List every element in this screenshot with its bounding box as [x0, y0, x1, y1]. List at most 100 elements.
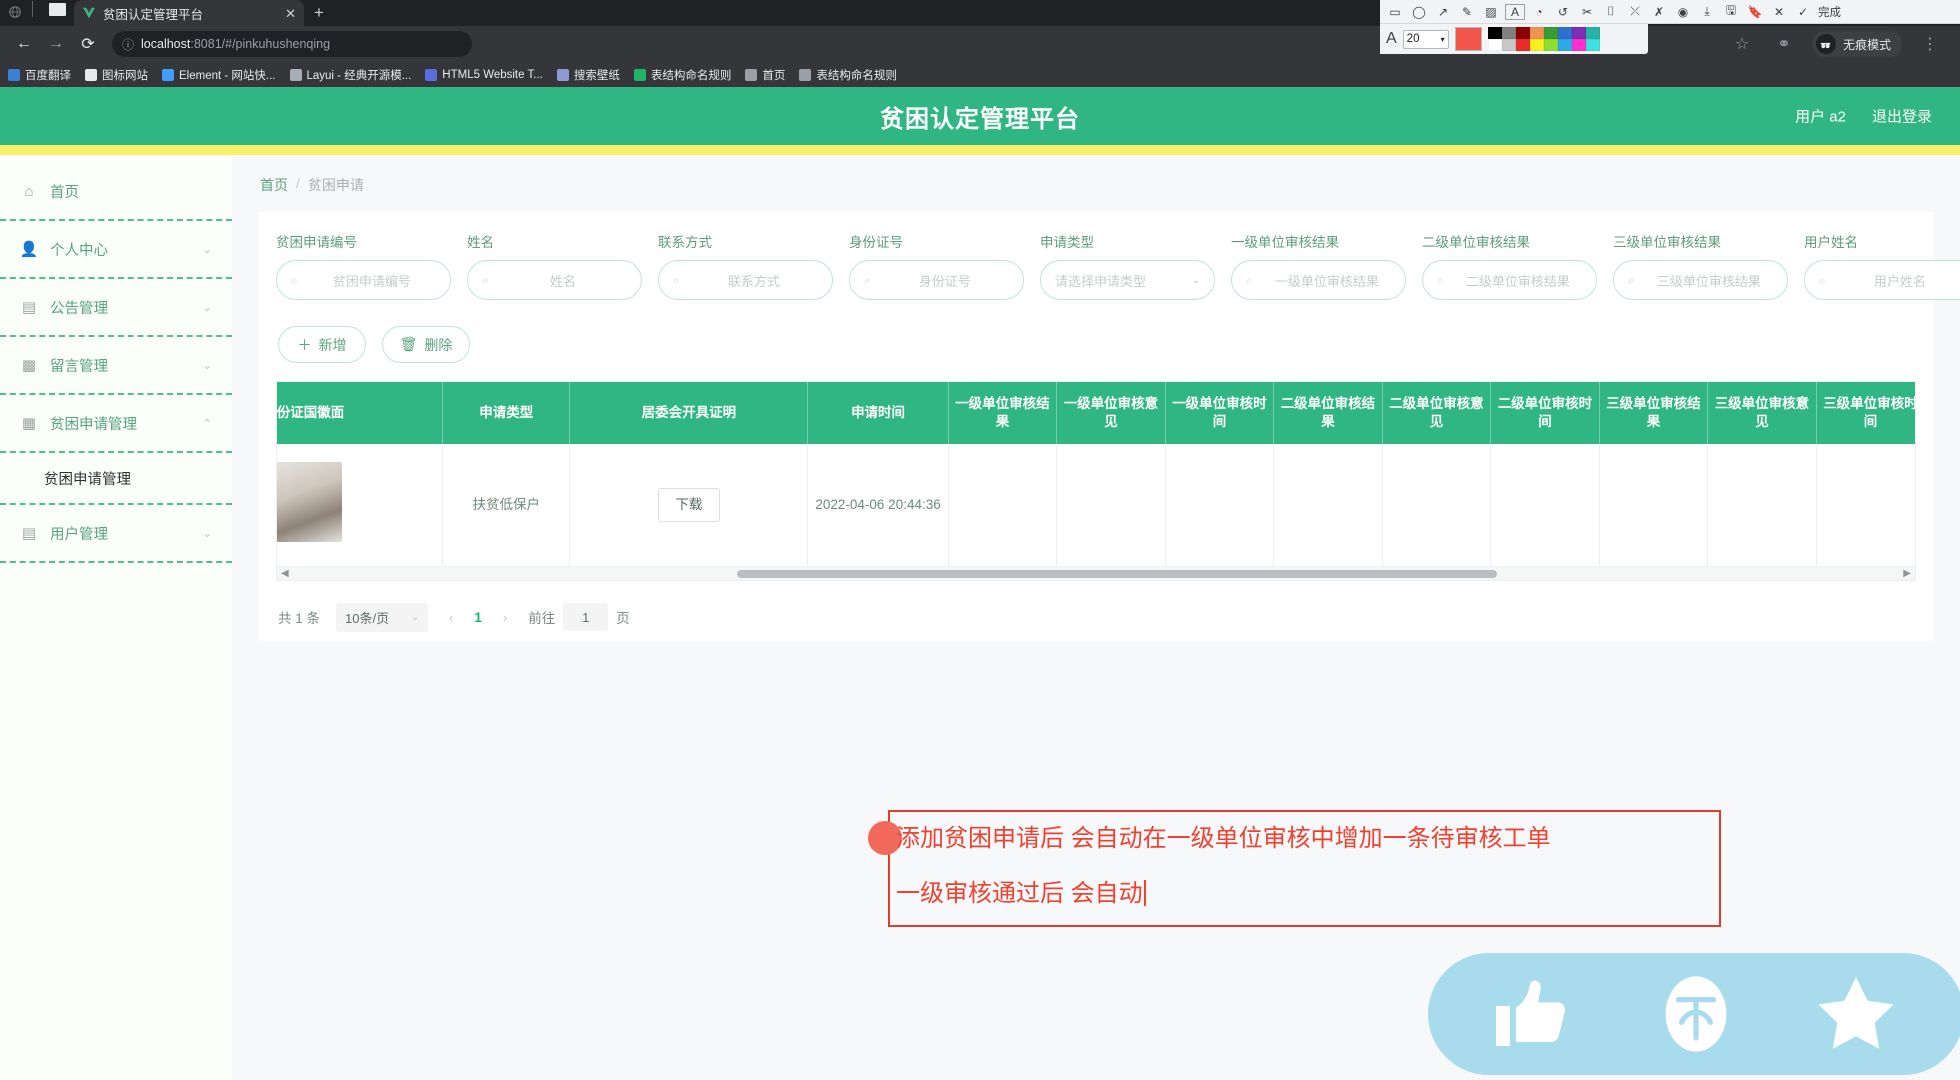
bookmark-item[interactable]: 图标网站 — [85, 67, 148, 83]
coin-icon[interactable] — [1648, 966, 1744, 1062]
bookmark-item[interactable]: Element - 网站快... — [162, 67, 276, 83]
browser-window: 贫困认定管理平台 ✕ + ← → ⟳ ⓘ localhost:8081/#/pi… — [0, 0, 1960, 1080]
filter-label: 一级单位审核结果 — [1231, 235, 1339, 250]
sidebar-item-4[interactable]: ▦ 贫困申请管理 ⌃ — [0, 395, 232, 453]
filter-input-2[interactable]: ⌕ 联系方式 — [658, 260, 833, 300]
color-swatch[interactable] — [1557, 27, 1572, 39]
bookmark-item[interactable]: 表结构命名规则 — [633, 67, 731, 83]
filter-input-3[interactable]: ⌕ 身份证号 — [849, 260, 1024, 300]
goto-page-input[interactable]: 1 — [563, 603, 609, 631]
annotation-done-button[interactable]: 完成 — [1816, 4, 1841, 20]
color-swatch[interactable] — [1571, 39, 1586, 51]
scroll-right-icon[interactable]: ▶ — [1903, 567, 1911, 581]
annotation-tool-icon[interactable]: ↺ — [1552, 3, 1574, 21]
browser-tab[interactable]: 贫困认定管理平台 ✕ — [74, 0, 304, 26]
color-swatch[interactable] — [1529, 27, 1544, 39]
bookmark-item[interactable]: 首页 — [745, 67, 785, 83]
breadcrumb-home[interactable]: 首页 — [260, 175, 288, 195]
address-bar[interactable]: ⓘ localhost:8081/#/pinkuhushenqing — [112, 31, 472, 57]
scroll-left-icon[interactable]: ◀ — [281, 567, 289, 581]
filter-select-4[interactable]: 请选择申请类型 ⌄ — [1040, 260, 1215, 300]
current-color-swatch[interactable] — [1454, 27, 1482, 51]
filter-group: 用户姓名 ⌕ 用户姓名 — [1804, 231, 1960, 300]
annotation-tool-icon[interactable]: A — [1504, 3, 1526, 21]
sidebar-item-0[interactable]: ⌂ 首页 — [0, 163, 232, 221]
annotation-tool-icon[interactable]: ✎ — [1456, 3, 1478, 21]
annotation-tool-icon[interactable]: ◉ — [1672, 3, 1694, 21]
font-size-select[interactable]: 20 ▾ — [1402, 29, 1449, 49]
sidebar-item-3[interactable]: ▩ 留言管理 ⌄ — [0, 337, 232, 395]
annotation-toolbar: ▭ ◯ ↗ ✎ ▨ A ◔ ↺ ✂ ⌷ ⤫ ✗ ◉ ⤓ 🖫 🔖 ✕ ✓ 完成 A 20 ▾ — [1380, 0, 1960, 54]
color-swatch[interactable] — [1487, 27, 1502, 39]
bookmark-item[interactable]: HTML5 Website T... — [425, 68, 543, 81]
bookmark-item[interactable]: 表结构命名规则 — [799, 67, 897, 83]
filter-input-7[interactable]: ⌕ 三级单位审核结果 — [1613, 260, 1788, 300]
table-row[interactable]: 扶贫低保户下载2022-04-06 20:44:36▤详情 — [277, 444, 1915, 567]
site-info-icon[interactable]: ⓘ — [122, 36, 134, 53]
filter-input-0[interactable]: ⌕ 贫困申请编号 — [276, 260, 451, 300]
back-button[interactable]: ← — [10, 30, 38, 58]
sidebar-item-5[interactable]: ▤ 用户管理 ⌄ — [0, 505, 232, 563]
color-swatch[interactable] — [1543, 39, 1558, 51]
annotation-tool-row: ▭ ◯ ↗ ✎ ▨ A ◔ ↺ ✂ ⌷ ⤫ ✗ ◉ ⤓ 🖫 🔖 ✕ ✓ 完成 — [1380, 0, 1960, 24]
annotation-tool-icon[interactable]: 🖫 — [1720, 3, 1742, 21]
thumbs-up-icon[interactable] — [1488, 966, 1584, 1062]
color-swatch[interactable] — [1585, 27, 1600, 39]
annotation-tool-icon[interactable]: ✓ — [1792, 3, 1814, 21]
scrollbar-thumb[interactable] — [737, 569, 1497, 578]
tab-close-icon[interactable]: ✕ — [285, 7, 296, 20]
filter-input-1[interactable]: ⌕ 姓名 — [467, 260, 642, 300]
bookmark-item[interactable]: 百度翻译 — [8, 67, 71, 83]
annotation-tool-icon[interactable]: ⌷ — [1600, 3, 1622, 21]
color-swatch[interactable] — [1557, 39, 1572, 51]
delete-button[interactable]: 🗑 删除 — [382, 326, 470, 363]
next-page-button[interactable]: › — [498, 610, 512, 625]
filter-input-8[interactable]: ⌕ 用户姓名 — [1804, 260, 1960, 300]
annotation-tool-icon[interactable]: ◯ — [1408, 3, 1430, 21]
sidebar-item-2[interactable]: ▤ 公告管理 ⌄ — [0, 279, 232, 337]
annotation-tool-icon[interactable]: ✕ — [1768, 3, 1790, 21]
horizontal-scrollbar[interactable]: ◀ ▶ — [276, 566, 1916, 581]
bookmark-item[interactable]: 搜索壁纸 — [556, 67, 620, 83]
color-swatch[interactable] — [1515, 39, 1530, 51]
reload-button[interactable]: ⟳ — [74, 30, 102, 58]
color-swatch[interactable] — [1515, 27, 1530, 39]
cell-certificate: 下载 — [569, 444, 809, 567]
sidebar-item-1[interactable]: 👤 个人中心 ⌄ — [0, 221, 232, 279]
annotation-tool-icon[interactable]: ✂ — [1576, 3, 1598, 21]
color-swatch[interactable] — [1501, 39, 1516, 51]
annotation-tool-icon[interactable]: ↗ — [1432, 3, 1454, 21]
annotation-tool-icon[interactable]: ▨ — [1480, 3, 1502, 21]
color-swatch[interactable] — [1501, 27, 1516, 39]
annotation-tool-icon[interactable]: ◔ — [1528, 3, 1550, 21]
filter-label: 三级单位审核结果 — [1613, 235, 1721, 250]
color-palette[interactable] — [1487, 27, 1600, 51]
color-swatch[interactable] — [1543, 27, 1558, 39]
filter-input-6[interactable]: ⌕ 二级单位审核结果 — [1422, 260, 1597, 300]
annotation-tool-icon[interactable]: ⤓ — [1696, 3, 1718, 21]
current-page-number[interactable]: 1 — [474, 610, 482, 625]
filter-input-5[interactable]: ⌕ 一级单位审核结果 — [1231, 260, 1406, 300]
bookmark-item[interactable]: Layui - 经典开源模... — [289, 67, 411, 83]
prev-page-button[interactable]: ‹ — [444, 610, 458, 625]
color-swatch[interactable] — [1585, 39, 1600, 51]
annotation-tool-icon[interactable]: ⤫ — [1624, 3, 1646, 21]
data-table-scroll[interactable]: 身份证人像面身份证国徽面申请类型居委会开具证明申请时间一级单位审核结果一级单位审… — [277, 382, 1915, 567]
sidebar-subitem-poverty-application[interactable]: 贫困申请管理 — [0, 453, 232, 505]
add-button[interactable]: ＋ 新增 — [278, 326, 366, 363]
star-icon[interactable] — [1808, 966, 1904, 1062]
annotation-tool-icon[interactable]: 🔖 — [1744, 3, 1766, 21]
color-swatch[interactable] — [1487, 39, 1502, 51]
annotation-tool-icon[interactable]: ✗ — [1648, 3, 1670, 21]
color-swatch[interactable] — [1529, 39, 1544, 51]
new-tab-button[interactable]: + — [314, 3, 324, 23]
id-card-emblem-image[interactable] — [277, 461, 342, 542]
sidebar-item-label: 个人中心 — [50, 242, 108, 259]
forward-button[interactable]: → — [42, 30, 70, 58]
color-swatch[interactable] — [1571, 27, 1586, 39]
logout-link[interactable]: 退出登录 — [1872, 106, 1932, 127]
download-button[interactable]: 下载 — [657, 487, 720, 522]
annotation-tool-icon[interactable]: ▭ — [1384, 3, 1406, 21]
page-size-select[interactable]: 10条/页 ⌄ — [336, 602, 429, 632]
list-icon: ▤ — [21, 525, 37, 542]
